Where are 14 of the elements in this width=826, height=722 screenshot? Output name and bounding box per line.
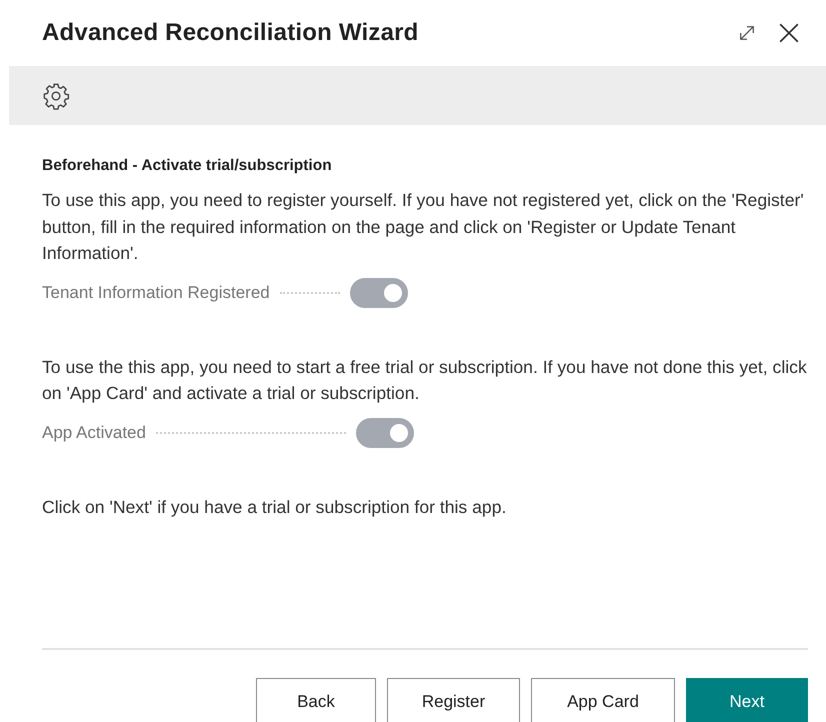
- instruction-text: To use this app, you need to register yourself. If you have not registered yet, click on the 'Register' button, fill in the required information on the page and click on 'Register or Update Tenant Information'.: [42, 189, 805, 265]
- settings-icon[interactable]: [42, 82, 70, 110]
- close-icon[interactable]: [778, 22, 800, 44]
- window-title: Advanced Reconciliation Wizard: [42, 19, 420, 47]
- instruction-text: Click on 'Next' if you have a trial or subscription for this app.: [42, 496, 508, 519]
- wizard-button[interactable]: Next: [686, 678, 808, 722]
- field-label: Tenant Information Registered: [42, 282, 270, 302]
- instruction-text: To use the this app, you need to start a free trial or subscription. If you have not done this yet, click on 'App Card' and activate a trial or subscription.: [42, 356, 808, 405]
- wizard-button[interactable]: App Card: [531, 678, 675, 722]
- section-heading: Beforehand - Activate trial/subscription: [42, 157, 333, 175]
- field-label: App Activated: [42, 422, 146, 442]
- wizard-button[interactable]: Back: [256, 678, 376, 722]
- wizard-button[interactable]: Register: [387, 678, 520, 722]
- expand-icon[interactable]: [738, 24, 756, 42]
